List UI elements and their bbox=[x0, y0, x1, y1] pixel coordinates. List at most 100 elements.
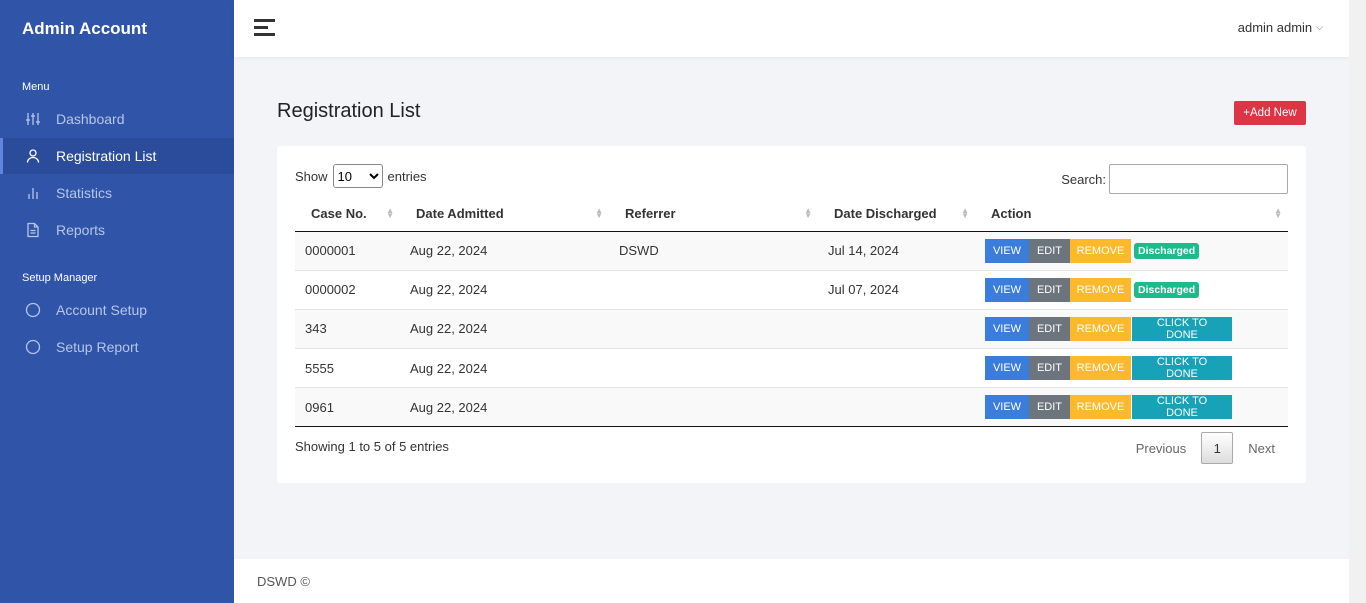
column-header-action[interactable]: Action ▲ ▼ bbox=[975, 196, 1288, 232]
column-header-referrer[interactable]: Referrer ▲ ▼ bbox=[609, 196, 818, 232]
case-no-cell: 5555 bbox=[305, 360, 334, 376]
remove-button[interactable]: REMOVE bbox=[1070, 238, 1131, 263]
chevron-down-icon: ⌵ bbox=[1316, 22, 1323, 32]
setup-section-label: Setup Manager bbox=[22, 272, 98, 284]
view-button[interactable]: VIEW bbox=[985, 395, 1029, 420]
column-header-date-discharged[interactable]: Date Discharged ▲ ▼ bbox=[818, 196, 975, 232]
date-discharged-cell bbox=[818, 349, 975, 388]
show-entries-control: Show 10 entries bbox=[295, 164, 427, 188]
sidebar-item-label: Reports bbox=[56, 222, 106, 238]
view-button[interactable]: VIEW bbox=[985, 356, 1029, 381]
menu-section-label: Menu bbox=[22, 81, 50, 93]
remove-button[interactable]: REMOVE bbox=[1070, 395, 1131, 420]
view-button[interactable]: VIEW bbox=[985, 238, 1029, 263]
table-row: 5555 Aug 22, 2024 VIEW EDIT REMOVE CLICK… bbox=[295, 349, 1288, 388]
action-cell: VIEW EDIT REMOVE CLICK TO DONE bbox=[975, 309, 1288, 348]
sort-icon: ▲ ▼ bbox=[386, 206, 394, 220]
remove-button[interactable]: REMOVE bbox=[1070, 356, 1131, 381]
table-row: 0000002 Aug 22, 2024 Jul 07, 2024 VIEW E… bbox=[295, 270, 1288, 310]
search-label: Search: bbox=[1061, 171, 1106, 187]
table-info: Showing 1 to 5 of 5 entries bbox=[295, 439, 449, 454]
table-row: 0000001 Aug 22, 2024 DSWD Jul 14, 2024 V… bbox=[295, 231, 1288, 271]
sidebar-item-statistics[interactable]: Statistics bbox=[0, 175, 234, 211]
scrollbar[interactable] bbox=[1349, 0, 1366, 603]
sidebar-item-reports[interactable]: Reports bbox=[0, 212, 234, 248]
sidebar-item-setup-report[interactable]: Setup Report bbox=[0, 329, 234, 365]
status-badge: Discharged bbox=[1134, 281, 1200, 298]
status-badge: Discharged bbox=[1134, 242, 1200, 259]
entries-label: entries bbox=[387, 168, 427, 184]
sidebar-item-label: Account Setup bbox=[56, 302, 148, 318]
table-row: 343 Aug 22, 2024 VIEW EDIT REMOVE CLICK … bbox=[295, 309, 1288, 349]
hamburger-menu-icon[interactable] bbox=[254, 19, 275, 36]
edit-button[interactable]: EDIT bbox=[1029, 395, 1070, 420]
date-discharged-cell: Jul 14, 2024 bbox=[828, 243, 899, 259]
action-cell: VIEW EDIT REMOVE Discharged bbox=[975, 231, 1288, 270]
edit-button[interactable]: EDIT bbox=[1029, 238, 1070, 263]
referrer-cell bbox=[609, 270, 818, 309]
sliders-icon bbox=[24, 110, 42, 128]
view-button[interactable]: VIEW bbox=[985, 316, 1029, 341]
date-admitted-cell: Aug 22, 2024 bbox=[410, 243, 488, 259]
footer: DSWD © bbox=[234, 559, 1349, 603]
file-icon bbox=[24, 221, 42, 239]
registration-card: Show 10 entries Search: Case No. ▲ ▼ Date … bbox=[277, 146, 1306, 483]
case-no-cell: 0000002 bbox=[305, 282, 356, 298]
top-bar: admin admin ⌵ bbox=[234, 0, 1349, 57]
edit-button[interactable]: EDIT bbox=[1029, 356, 1070, 381]
page-1-button[interactable]: 1 bbox=[1201, 432, 1234, 464]
click-to-done-button[interactable]: CLICK TO DONE bbox=[1132, 316, 1232, 341]
bar-chart-icon bbox=[24, 184, 42, 202]
action-cell: VIEW EDIT REMOVE CLICK TO DONE bbox=[975, 349, 1288, 388]
date-discharged-cell: Jul 07, 2024 bbox=[828, 282, 899, 298]
registration-table: Case No. ▲ ▼ Date Admitted ▲ ▼ Referrer ▲ ▼ Da… bbox=[295, 196, 1288, 427]
click-to-done-button[interactable]: CLICK TO DONE bbox=[1132, 395, 1232, 420]
user-icon bbox=[24, 147, 42, 165]
case-no-cell: 0000001 bbox=[305, 243, 356, 259]
next-page-button[interactable]: Next bbox=[1235, 441, 1288, 456]
date-admitted-cell: Aug 22, 2024 bbox=[410, 321, 488, 337]
entries-select[interactable]: 10 bbox=[332, 164, 383, 188]
footer-text: DSWD © bbox=[257, 574, 310, 589]
referrer-cell bbox=[609, 309, 818, 348]
column-header-date-admitted[interactable]: Date Admitted ▲ ▼ bbox=[400, 196, 609, 232]
circle-icon bbox=[24, 338, 42, 356]
user-menu[interactable]: admin admin ⌵ bbox=[1238, 20, 1323, 35]
date-discharged-cell bbox=[818, 309, 975, 348]
sidebar-item-account-setup[interactable]: Account Setup bbox=[0, 292, 234, 328]
sidebar-item-label: Statistics bbox=[56, 185, 113, 201]
click-to-done-button[interactable]: CLICK TO DONE bbox=[1132, 356, 1232, 381]
add-new-button[interactable]: +Add New bbox=[1234, 101, 1306, 125]
referrer-cell: DSWD bbox=[619, 243, 659, 259]
sidebar-item-dashboard[interactable]: Dashboard bbox=[0, 101, 234, 137]
date-admitted-cell: Aug 22, 2024 bbox=[410, 399, 488, 415]
view-button[interactable]: VIEW bbox=[985, 277, 1029, 302]
sidebar-item-registration-list[interactable]: Registration List bbox=[0, 138, 234, 174]
remove-button[interactable]: REMOVE bbox=[1070, 316, 1131, 341]
brand-title: Admin Account bbox=[22, 19, 147, 38]
edit-button[interactable]: EDIT bbox=[1029, 316, 1070, 341]
action-cell: VIEW EDIT REMOVE Discharged bbox=[975, 270, 1288, 309]
case-no-cell: 343 bbox=[305, 321, 327, 337]
show-label: Show bbox=[295, 168, 328, 184]
sidebar-item-label: Setup Report bbox=[56, 339, 139, 355]
sidebar-item-label: Registration List bbox=[56, 148, 157, 164]
search-input[interactable] bbox=[1109, 164, 1288, 194]
pagination: Previous 1 Next bbox=[1123, 432, 1288, 464]
remove-button[interactable]: REMOVE bbox=[1070, 277, 1131, 302]
sidebar: Admin Account Menu Dashboard Registratio… bbox=[0, 0, 234, 603]
sort-icon: ▲ ▼ bbox=[1274, 206, 1282, 220]
sort-icon: ▲ ▼ bbox=[595, 206, 603, 220]
edit-button[interactable]: EDIT bbox=[1029, 277, 1070, 302]
column-header-case-no[interactable]: Case No. ▲ ▼ bbox=[295, 196, 400, 232]
circle-icon bbox=[24, 301, 42, 319]
sort-icon: ▲ ▼ bbox=[961, 206, 969, 220]
sort-icon: ▲ ▼ bbox=[804, 206, 812, 220]
case-no-cell: 0961 bbox=[305, 399, 334, 415]
referrer-cell bbox=[609, 349, 818, 388]
date-admitted-cell: Aug 22, 2024 bbox=[410, 360, 488, 376]
action-cell: VIEW EDIT REMOVE CLICK TO DONE bbox=[975, 388, 1288, 427]
date-admitted-cell: Aug 22, 2024 bbox=[410, 282, 488, 298]
search-control: Search: bbox=[1061, 164, 1288, 194]
previous-page-button[interactable]: Previous bbox=[1123, 441, 1200, 456]
